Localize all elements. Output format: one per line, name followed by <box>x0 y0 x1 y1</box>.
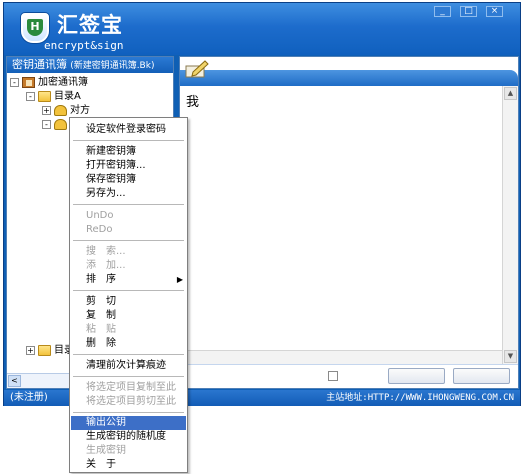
editor-tab-bar <box>180 70 518 86</box>
menu-item-move-here[interactable]: 将选定项目剪切至此 <box>71 395 186 409</box>
app-title: 汇签宝 <box>57 13 123 37</box>
homepage-link[interactable]: 主站地址:HTTP://WWW.IHONGWENG.COM.CN <box>326 390 514 406</box>
menu-item-about[interactable]: 关 于 <box>71 458 186 472</box>
expand-toggle-icon[interactable]: + <box>26 345 35 355</box>
menu-item-save-keybook[interactable]: 保存密钥簿 <box>71 173 186 187</box>
scroll-down-arrow-icon[interactable]: ▼ <box>504 350 517 363</box>
menu-separator <box>73 354 184 355</box>
tree-item-root[interactable]: - 加密通讯簿 <box>10 76 88 89</box>
address-book-title: 密钥通讯簿 <box>12 58 67 71</box>
menu-item-export-public-key[interactable]: 输出公钥 <box>71 416 186 430</box>
tree-item-directory[interactable]: + 目录 <box>26 344 74 357</box>
menu-item-open-keybook[interactable]: 打开密钥簿... <box>71 159 186 173</box>
editor-header <box>180 57 518 86</box>
context-menu: 设定软件登录密码 新建密钥簿 打开密钥簿... 保存密钥簿 另存为... UnD… <box>69 117 188 473</box>
key-text-area[interactable]: 我 <box>186 91 506 351</box>
menu-item-delete[interactable]: 删 除 <box>71 337 186 351</box>
menu-separator <box>73 376 184 377</box>
folder-icon <box>38 344 51 356</box>
menu-separator <box>73 204 184 205</box>
address-book-header: 密钥通讯簿 (新建密钥通讯簿.Bk) <box>7 57 173 73</box>
menu-item-sort[interactable]: 排 序 ▶ <box>71 273 186 287</box>
app-subtitle: encrypt&sign <box>44 39 124 52</box>
address-book-file: (新建密钥通讯簿.Bk) <box>70 61 155 71</box>
editor-panel: 我 ▲ ▼ <box>179 56 519 389</box>
menu-item-save-as[interactable]: 另存为... <box>71 187 186 201</box>
menu-separator <box>73 290 184 291</box>
address-book-icon <box>22 76 35 88</box>
menu-item-redo[interactable]: ReDo <box>71 223 186 237</box>
maximize-button[interactable]: □ <box>460 6 477 17</box>
logo-letter: H <box>27 19 43 36</box>
menu-separator <box>73 240 184 241</box>
editor-horizontal-scrollbar[interactable] <box>180 350 502 364</box>
menu-item-set-login-password[interactable]: 设定软件登录密码 <box>71 123 186 137</box>
editor-footer <box>180 364 518 388</box>
title-bar[interactable]: H 汇签宝 encrypt&sign _ □ × <box>4 3 520 55</box>
minimize-button[interactable]: _ <box>434 6 451 17</box>
tree-item-label: 目录A <box>54 91 81 102</box>
menu-item-paste[interactable]: 粘 贴 <box>71 323 186 337</box>
menu-item-search[interactable]: 搜 索... <box>71 245 186 259</box>
menu-item-generate-key[interactable]: 生成密钥 <box>71 444 186 458</box>
collapse-toggle-icon[interactable]: - <box>42 119 51 129</box>
keys-icon <box>54 104 67 116</box>
menu-separator <box>73 140 184 141</box>
menu-item-key-randomness[interactable]: 生成密钥的随机度 <box>71 430 186 444</box>
collapse-toggle-icon[interactable]: - <box>26 91 35 101</box>
menu-item-label: 排 序 <box>86 274 116 285</box>
menu-item-undo[interactable]: UnDo <box>71 209 186 223</box>
keys-icon <box>54 118 67 130</box>
action-button-1[interactable] <box>388 368 445 384</box>
menu-item-add[interactable]: 添 加... <box>71 259 186 273</box>
editor-vertical-scrollbar[interactable]: ▲ ▼ <box>502 86 518 364</box>
menu-item-copy[interactable]: 复 制 <box>71 309 186 323</box>
collapse-toggle-icon[interactable]: - <box>10 77 19 87</box>
option-checkbox[interactable] <box>328 371 338 381</box>
scroll-left-arrow-icon[interactable]: < <box>8 375 21 387</box>
tree-item-other-party[interactable]: + 对方 <box>42 104 90 117</box>
tree-item-label: 对方 <box>70 105 90 116</box>
menu-item-clear-traces[interactable]: 清理前次计算痕迹 <box>71 359 186 373</box>
tree-item-label: 加密通讯簿 <box>38 77 88 88</box>
close-button[interactable]: × <box>486 6 503 17</box>
scroll-up-arrow-icon[interactable]: ▲ <box>504 87 517 100</box>
menu-item-cut[interactable]: 剪 切 <box>71 295 186 309</box>
menu-separator <box>73 412 184 413</box>
tree-item-directory-a[interactable]: - 目录A <box>26 90 81 103</box>
registration-status: (未注册) <box>10 392 48 403</box>
submenu-arrow-icon: ▶ <box>176 275 183 284</box>
pen-icon <box>185 60 209 78</box>
menu-item-new-keybook[interactable]: 新建密钥簿 <box>71 145 186 159</box>
menu-item-copy-here[interactable]: 将选定项目复制至此 <box>71 381 186 395</box>
action-button-2[interactable] <box>453 368 510 384</box>
expand-toggle-icon[interactable]: + <box>42 105 51 115</box>
folder-icon <box>38 90 51 102</box>
